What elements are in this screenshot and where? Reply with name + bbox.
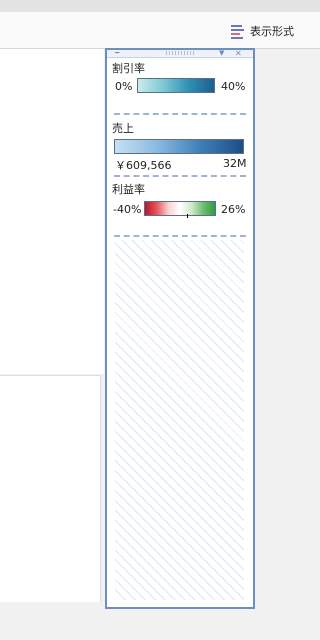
discount-max-label: 40% <box>221 80 246 93</box>
legend-divider <box>114 113 246 115</box>
legend-divider <box>114 175 246 177</box>
pin-icon[interactable]: ━ <box>115 50 119 57</box>
panel-drag-handle[interactable]: ━ ▼ ✕ <box>107 50 253 58</box>
legend-divider <box>114 235 246 237</box>
format-lines-icon <box>231 24 244 39</box>
dropdown-arrow-icon[interactable]: ▼ <box>219 50 224 57</box>
discount-color-ramp[interactable] <box>137 78 215 93</box>
zero-tick-mark <box>187 214 188 218</box>
sales-color-ramp[interactable] <box>114 139 244 154</box>
discount-min-label: 0% <box>115 80 133 93</box>
sales-max-label: 32M <box>223 157 247 170</box>
close-icon[interactable]: ✕ <box>235 50 242 58</box>
profit-color-ramp[interactable] <box>144 201 216 216</box>
sales-legend-title: 売上 <box>112 122 134 135</box>
profit-min-label: -40% <box>113 203 142 216</box>
discount-legend-title: 割引率 <box>112 62 145 75</box>
window-top-bar <box>0 0 320 12</box>
profit-legend-title: 利益率 <box>112 183 145 196</box>
sales-min-label: ￥609,566 <box>115 159 172 172</box>
empty-legend-area <box>115 240 244 600</box>
view-canvas-lower[interactable] <box>0 375 101 602</box>
toolbar: 表示形式 <box>0 12 320 49</box>
grip-icon[interactable] <box>165 51 195 55</box>
profit-max-label: 26% <box>221 203 246 216</box>
view-canvas[interactable] <box>0 49 104 374</box>
legend-panel[interactable]: ━ ▼ ✕ 割引率 0% 40% 売上 ￥609,566 32M 利益率 -40… <box>105 48 255 609</box>
format-label: 表示形式 <box>250 25 294 38</box>
format-button[interactable]: 表示形式 <box>230 22 294 40</box>
